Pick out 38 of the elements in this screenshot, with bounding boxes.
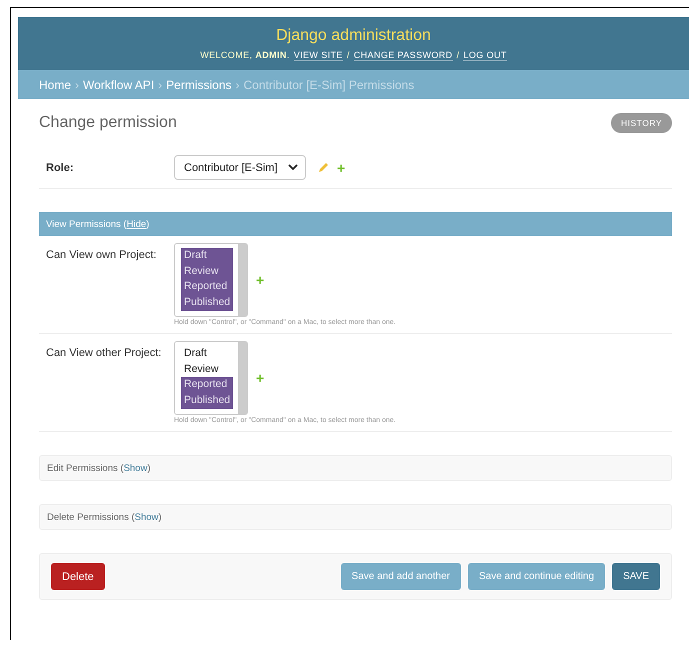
user-tool-link[interactable]: CHANGE PASSWORD <box>354 50 453 60</box>
field-label: Can View own Project: <box>46 248 158 263</box>
user-tool-link[interactable]: VIEW SITE <box>294 50 343 60</box>
welcome-text: WELCOME, ADMIN. <box>200 50 290 60</box>
field-label: Role: <box>46 162 74 174</box>
multi-select[interactable]: Draft Review Reported Published <box>174 243 248 317</box>
select-option[interactable]: Reported <box>181 279 233 296</box>
site-title: Django administration <box>276 26 431 44</box>
scrollbar[interactable] <box>238 342 247 414</box>
select-option[interactable]: Draft <box>181 248 233 264</box>
toggle-link[interactable]: Show <box>134 512 158 522</box>
user-tool-link[interactable]: LOG OUT <box>463 50 507 60</box>
multi-select[interactable]: Draft Review Reported Published <box>174 341 248 415</box>
history-button[interactable]: HISTORY <box>611 113 672 133</box>
fieldset-title: Delete Permissions (Show) <box>47 512 162 522</box>
field-label: Can View other Project: <box>46 346 162 361</box>
breadcrumb-separator: › <box>236 78 240 92</box>
select-option[interactable]: Review <box>181 264 233 280</box>
breadcrumb-separator: › <box>75 78 80 92</box>
delete-button[interactable]: Delete <box>51 563 105 590</box>
link-separator: / <box>456 50 460 60</box>
chevron-icon <box>288 164 298 171</box>
select-option[interactable]: Review <box>181 362 233 378</box>
link-separator: / <box>346 50 350 60</box>
pencil-icon[interactable] <box>318 162 329 173</box>
select-option[interactable]: Published <box>181 393 233 409</box>
select-option[interactable]: Published <box>181 295 233 311</box>
select-option[interactable]: Draft <box>181 346 233 362</box>
fieldset-title: View Permissions (Hide) <box>46 218 150 230</box>
page-title: Change permission <box>39 114 177 132</box>
fieldset-title: Edit Permissions (Show) <box>47 462 150 474</box>
breadcrumb-separator: › <box>158 78 162 92</box>
primary-button[interactable]: SAVE <box>612 563 660 590</box>
scrollbar[interactable] <box>238 244 247 316</box>
breadcrumb-current: Contributor [E-Sim] Permissions <box>244 78 414 92</box>
toggle-link[interactable]: Show <box>124 462 148 474</box>
select-option[interactable]: Reported <box>181 377 233 394</box>
role-select[interactable]: Contributor [E-Sim] <box>174 155 306 180</box>
